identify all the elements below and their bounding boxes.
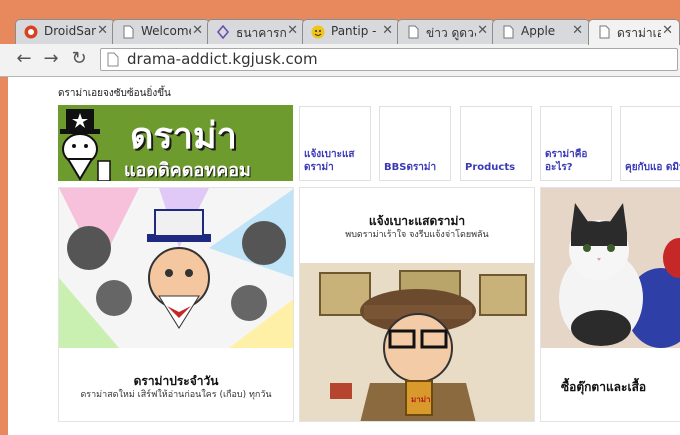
close-tab-icon[interactable]: ✕ <box>192 23 203 38</box>
web-page: ดราม่าเอยจงซับซ้อนยิ่งขึ้น ดราม่า แอดดิค… <box>8 77 680 435</box>
nav-label[interactable]: Products <box>465 161 529 174</box>
tab-apple[interactable]: Apple ✕ <box>492 19 590 45</box>
page-icon <box>408 25 419 39</box>
tab-droidsans[interactable]: DroidSans ✕ <box>15 19 115 45</box>
droidsans-favicon-icon <box>24 25 38 39</box>
card-report-drama[interactable]: แจ้งเบาะแสดราม่า พบดราม่าเร้าใจ จงรีบแจ้… <box>299 187 535 422</box>
tab-title: Pantip - <box>331 24 377 38</box>
tab-welcome[interactable]: Welcome ✕ <box>112 19 210 45</box>
close-tab-icon[interactable]: ✕ <box>382 23 393 38</box>
close-tab-icon[interactable]: ✕ <box>662 23 673 38</box>
pantip-favicon-icon <box>311 25 325 39</box>
address-bar[interactable]: drama-addict.kgjusk.com <box>100 48 678 71</box>
reload-icon[interactable]: ↻ <box>69 49 89 69</box>
tab-drama-addict[interactable]: ดราม่าเอง ✕ <box>588 19 680 45</box>
tab-title: Welcome <box>141 24 191 38</box>
page-icon <box>599 25 610 39</box>
tab-title: ข่าว ดูดวง <box>426 26 476 40</box>
banner-subtitle: แอดดิคดอทคอม <box>124 160 251 181</box>
tab-title: DroidSans <box>44 24 96 38</box>
nav-label[interactable]: คุยกับแอ ดมิน <box>625 161 680 174</box>
nav-products[interactable]: Products <box>460 106 532 181</box>
nav-talk-to-admin[interactable]: คุยกับแอ ดมิน <box>620 106 680 181</box>
tab-news[interactable]: ข่าว ดูดวง ✕ <box>397 19 495 45</box>
card-daily-drama[interactable]: ดราม่าประจำวัน ดราม่าสดใหม่ เสิร์ฟให้อ่า… <box>58 187 294 422</box>
page-icon <box>107 52 119 67</box>
nav-bbs[interactable]: BBSดราม่า <box>379 106 451 181</box>
url-text[interactable]: drama-addict.kgjusk.com <box>127 50 318 68</box>
page-icon <box>123 25 134 39</box>
site-logo-banner[interactable]: ดราม่า แอดดิคดอทคอม <box>58 105 293 181</box>
card-subtitle: พบดราม่าเร้าใจ จงรีบแจ้งจ่าโดยพลัน <box>345 230 489 240</box>
nav-label[interactable]: แจ้งเบาะแส ดราม่า <box>304 148 368 174</box>
nav-report-drama[interactable]: แจ้งเบาะแส ดราม่า <box>299 106 371 181</box>
back-arrow-icon[interactable]: ← <box>14 49 34 69</box>
forward-arrow-icon[interactable]: → <box>41 49 61 69</box>
nav-label[interactable]: ดราม่าคือ อะไร? <box>545 148 609 174</box>
tab-title: ธนาคารก <box>236 26 286 40</box>
bank-favicon-icon <box>216 25 230 39</box>
close-tab-icon[interactable]: ✕ <box>572 23 583 38</box>
card-subtitle: ดราม่าสดใหม่ เสิร์ฟให้อ่านก่อนใคร (เกือบ… <box>80 390 272 400</box>
close-tab-icon[interactable]: ✕ <box>287 23 298 38</box>
tab-strip: DroidSans ✕ Welcome ✕ ธนาคารก ✕ Pantip -… <box>0 0 680 45</box>
tab-title: ดราม่าเอง <box>617 26 661 40</box>
card-title[interactable]: ซื้อตุ๊กตาและเสื้อ <box>561 378 646 397</box>
nav-label[interactable]: BBSดราม่า <box>384 161 448 174</box>
browser-toolbar: ← → ↻ drama-addict.kgjusk.com <box>0 44 680 77</box>
tab-bank[interactable]: ธนาคารก ✕ <box>207 19 305 45</box>
tab-pantip[interactable]: Pantip - ✕ <box>302 19 400 45</box>
page-icon <box>503 25 514 39</box>
tab-title: Apple <box>521 24 556 38</box>
close-tab-icon[interactable]: ✕ <box>97 23 108 38</box>
cartoon-mascot-illustration <box>59 188 293 348</box>
card-merchandise[interactable]: ซื้อตุ๊กตาและเสื้อ <box>540 187 680 422</box>
cat-photo <box>541 188 680 348</box>
nav-what-is-drama[interactable]: ดราม่าคือ อะไร? <box>540 106 612 181</box>
site-tagline: ดราม่าเอยจงซับซ้อนยิ่งขึ้น <box>58 88 171 99</box>
cup-label: มาม่า <box>411 395 431 404</box>
close-tab-icon[interactable]: ✕ <box>477 23 488 38</box>
